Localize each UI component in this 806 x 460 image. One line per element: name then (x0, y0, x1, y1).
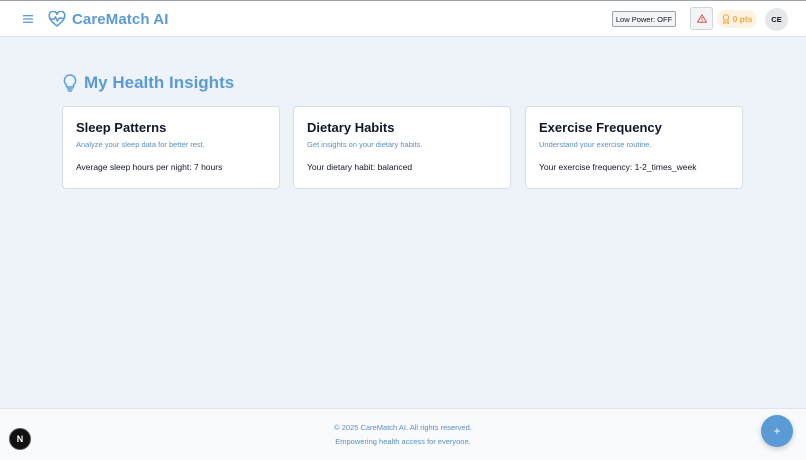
points-label: 0 pts (732, 14, 753, 24)
card-body: Average sleep hours per night: 7 hours (76, 162, 223, 172)
lightbulb-icon (63, 74, 77, 92)
footer-copyright: © 2025 CareMatch AI. All rights reserved… (334, 423, 472, 432)
card-subtitle: Get insights on your dietary habits. (307, 140, 423, 149)
low-power-toggle[interactable]: Low Power: OFF (612, 11, 676, 27)
alert-button[interactable] (690, 7, 713, 30)
card-title: Dietary Habits (307, 120, 395, 135)
award-icon (722, 14, 729, 24)
add-button[interactable]: + (761, 415, 793, 447)
card-subtitle: Analyze your sleep data for better rest. (76, 140, 205, 149)
warning-triangle-icon (696, 14, 707, 23)
card-body: Your exercise frequency: 1-2_times_week (539, 162, 697, 172)
user-avatar[interactable]: CE (765, 8, 788, 31)
page-title: My Health Insights (84, 73, 235, 92)
card-title: Exercise Frequency (539, 120, 662, 135)
app-name: CareMatch AI (72, 10, 169, 28)
hamburger-icon (23, 15, 33, 23)
insight-card-diet[interactable]: Dietary Habits Get insights on your diet… (293, 106, 511, 189)
insight-card-exercise[interactable]: Exercise Frequency Understand your exerc… (525, 106, 743, 189)
page-title-row: My Health Insights (63, 72, 234, 94)
points-badge[interactable]: 0 pts (717, 10, 757, 28)
page-footer: © 2025 CareMatch AI. All rights reserved… (0, 408, 806, 460)
heart-pulse-icon (48, 11, 66, 27)
app-logo[interactable]: CareMatch AI (48, 9, 169, 29)
card-subtitle: Understand your exercise routine. (539, 140, 652, 149)
card-title: Sleep Patterns (76, 120, 167, 135)
menu-button[interactable] (18, 11, 38, 27)
insight-card-sleep[interactable]: Sleep Patterns Analyze your sleep data f… (62, 106, 280, 189)
footer-tagline: Empowering health access for everyone. (335, 437, 471, 446)
card-body: Your dietary habit: balanced (307, 162, 413, 172)
dev-tools-badge[interactable]: N (9, 428, 31, 450)
top-header: CareMatch AI Low Power: OFF 0 pts CE (0, 0, 806, 37)
